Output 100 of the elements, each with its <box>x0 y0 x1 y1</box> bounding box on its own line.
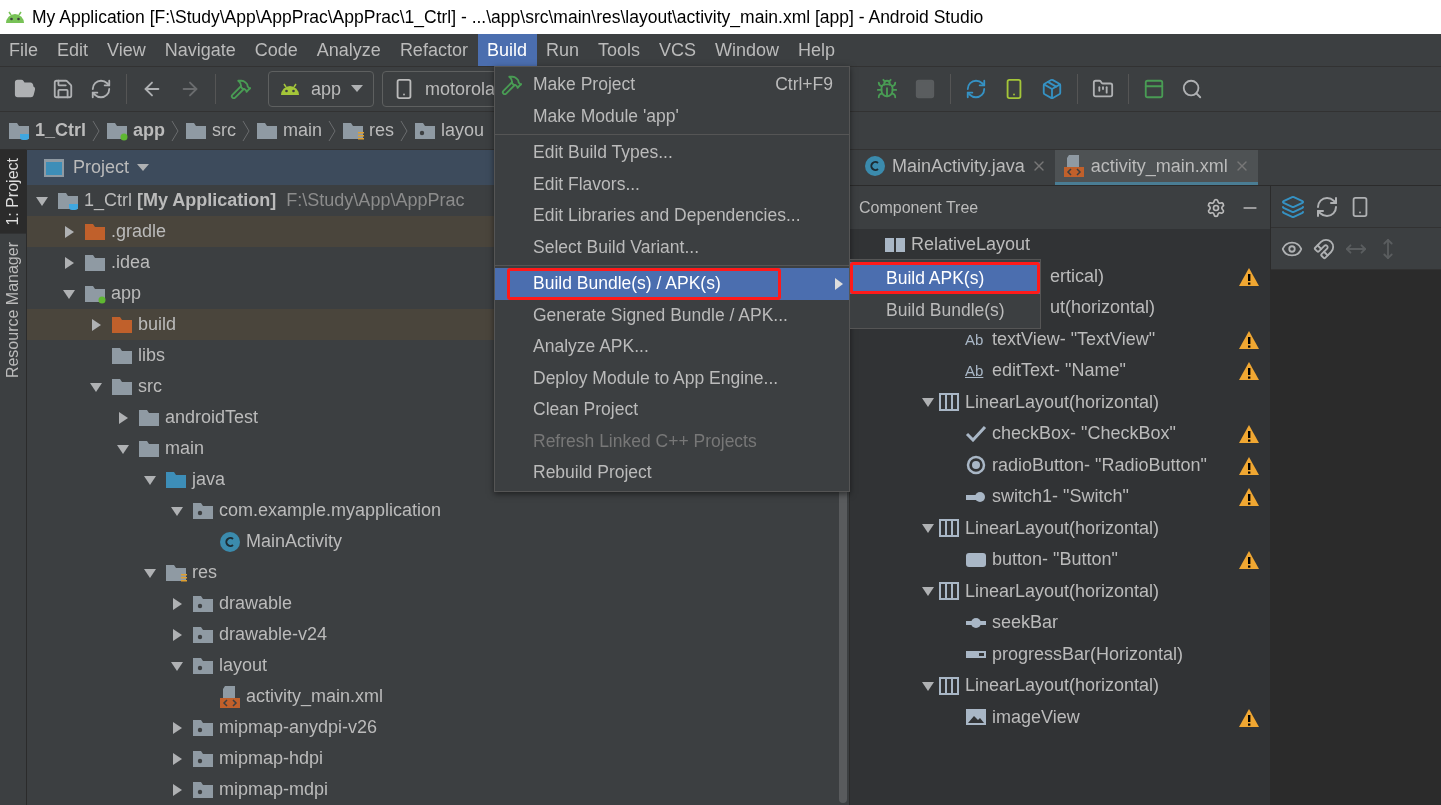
collapsed-arrow-icon[interactable] <box>62 224 76 239</box>
menu-entry[interactable]: Build Bundle(s) <box>850 294 1040 326</box>
editor-tab[interactable]: activity_main.xml <box>1054 150 1258 185</box>
menu-item[interactable]: Build <box>477 34 537 66</box>
chevron-icon <box>328 119 337 142</box>
chevron-icon <box>400 119 409 142</box>
breadcrumb-item[interactable]: 1_Ctrl <box>8 120 87 141</box>
menu-entry[interactable]: Edit Flavors... <box>495 168 849 200</box>
folder-icon <box>165 469 188 490</box>
collapsed-arrow-icon[interactable] <box>62 255 76 270</box>
folder-icon <box>185 120 209 141</box>
radio-icon <box>965 455 987 476</box>
collapsed-arrow-icon[interactable] <box>170 720 184 735</box>
excluded-folder-icon <box>84 221 107 242</box>
component-tree-item[interactable]: RelativeLayout <box>850 229 1270 261</box>
menu-item[interactable]: Code <box>245 34 308 66</box>
tree-item[interactable]: mipmap-mdpi <box>27 774 837 805</box>
settings-icon[interactable] <box>1206 197 1226 218</box>
menu-item[interactable]: Tools <box>588 34 650 66</box>
component-tree-item[interactable]: checkBox- "CheckBox" <box>850 418 1270 450</box>
tool-window-tab[interactable]: Resource Manager <box>0 233 26 386</box>
folder-icon <box>111 376 134 397</box>
component-tree-item[interactable]: imageView <box>850 701 1270 733</box>
menu-entry[interactable]: Deploy Module to App Engine... <box>495 362 849 394</box>
menu-entry[interactable]: Build APK(s) <box>850 262 1040 294</box>
tree-item[interactable]: drawable-v24 <box>27 619 837 650</box>
collapsed-arrow-icon[interactable] <box>170 596 184 611</box>
menu-item[interactable]: Run <box>536 34 589 66</box>
menu-item[interactable]: File <box>0 34 48 66</box>
editor-tab[interactable]: MainActivity.java <box>856 150 1055 185</box>
tree-item[interactable]: res <box>27 557 837 588</box>
component-tree-label[interactable]: ut(horizontal) <box>1050 297 1156 319</box>
menu-item[interactable]: Help <box>789 34 846 66</box>
chevron-icon <box>92 119 101 142</box>
seek-bar-icon <box>965 617 987 628</box>
component-tree-item[interactable]: LinearLayout(horizontal) <box>850 575 1270 607</box>
menu-entry[interactable]: Build Bundle(s) / APK(s) <box>495 268 849 300</box>
collapsed-arrow-icon[interactable] <box>89 317 103 332</box>
tree-item[interactable]: activity_main.xml <box>27 681 837 712</box>
menu-entry[interactable]: Clean Project <box>495 394 849 426</box>
menu-item[interactable]: VCS <box>650 34 706 66</box>
app-logo-icon <box>4 9 26 25</box>
bug-icon[interactable] <box>876 78 899 100</box>
layers-icon[interactable] <box>1281 194 1305 219</box>
component-tree-item[interactable]: radioButton- "RadioButton" <box>850 449 1270 481</box>
search-icon[interactable] <box>1181 78 1204 100</box>
breadcrumb-item[interactable]: layou <box>414 120 485 141</box>
panel-title[interactable]: Project <box>73 157 130 178</box>
breadcrumb-item[interactable]: main <box>256 120 323 141</box>
menu-entry[interactable]: Rebuild Project <box>495 457 849 489</box>
menu-item[interactable]: View <box>98 34 156 66</box>
folder-icon <box>111 345 134 366</box>
tool-window-tab[interactable]: 1: Project <box>0 150 26 234</box>
breadcrumb-item[interactable]: res <box>342 120 395 141</box>
folder-icon <box>84 252 107 273</box>
folder-icon <box>138 407 161 428</box>
breadcrumb-item[interactable]: app <box>106 120 166 141</box>
tree-item[interactable]: mipmap-anydpi-v26 <box>27 712 837 743</box>
component-tree-item[interactable]: progressBar(Horizontal) <box>850 638 1270 670</box>
run-config-dropdown[interactable]: app <box>268 71 375 107</box>
component-tree-item[interactable]: LinearLayout(horizontal) <box>850 512 1270 544</box>
tree-item[interactable]: mipmap-hdpi <box>27 743 837 774</box>
menu-item[interactable]: Refactor <box>390 34 478 66</box>
magnet-icon[interactable] <box>1313 237 1335 260</box>
package-folder-icon <box>192 500 215 521</box>
component-tree-item[interactable]: seekBar <box>850 607 1270 639</box>
menu-item[interactable]: Navigate <box>155 34 246 66</box>
package-folder-icon <box>192 593 215 614</box>
collapsed-arrow-icon[interactable] <box>116 410 130 425</box>
tree-item[interactable]: MainActivity <box>27 526 837 557</box>
warning-icon <box>1238 424 1260 444</box>
component-tree-item[interactable]: Ab editText- "Name" <box>850 355 1270 387</box>
caret-icon[interactable] <box>137 163 150 172</box>
open-folder-icon[interactable] <box>14 78 36 100</box>
menu-item[interactable]: Analyze <box>307 34 391 66</box>
linear-layout-icon <box>938 392 960 413</box>
component-tree-item[interactable]: LinearLayout(horizontal) <box>850 386 1270 418</box>
hammer-icon[interactable] <box>230 78 252 100</box>
tree-item[interactable]: drawable <box>27 588 837 619</box>
collapsed-arrow-icon[interactable] <box>170 627 184 642</box>
package-folder-icon <box>414 120 438 141</box>
tree-item[interactable]: com.example.myapplication <box>27 495 837 526</box>
gradle-sync-icon[interactable] <box>965 78 988 100</box>
collapsed-arrow-icon[interactable] <box>170 751 184 766</box>
component-tree-item[interactable]: LinearLayout(horizontal) <box>850 670 1270 702</box>
component-tree-label[interactable]: ertical) <box>1050 265 1104 287</box>
component-tree-item[interactable]: button- "Button" <box>850 544 1270 576</box>
component-tree-item[interactable]: switch1- "Switch" <box>850 481 1270 513</box>
save-icon[interactable] <box>52 78 74 100</box>
menu-entry[interactable]: Edit Build Types... <box>495 137 849 169</box>
warning-icon <box>1238 487 1260 507</box>
menu-item[interactable]: Window <box>706 34 790 66</box>
orientation-icon[interactable] <box>1315 194 1339 219</box>
tree-item[interactable]: layout <box>27 650 837 681</box>
menu-item[interactable]: Edit <box>48 34 99 66</box>
collapsed-arrow-icon[interactable] <box>170 782 184 797</box>
module-folder-icon <box>106 120 130 141</box>
breadcrumb-item[interactable]: src <box>185 120 237 141</box>
component-tree-item[interactable]: Ab textView- "TextView" <box>850 323 1270 355</box>
sync-icon[interactable] <box>90 78 112 100</box>
